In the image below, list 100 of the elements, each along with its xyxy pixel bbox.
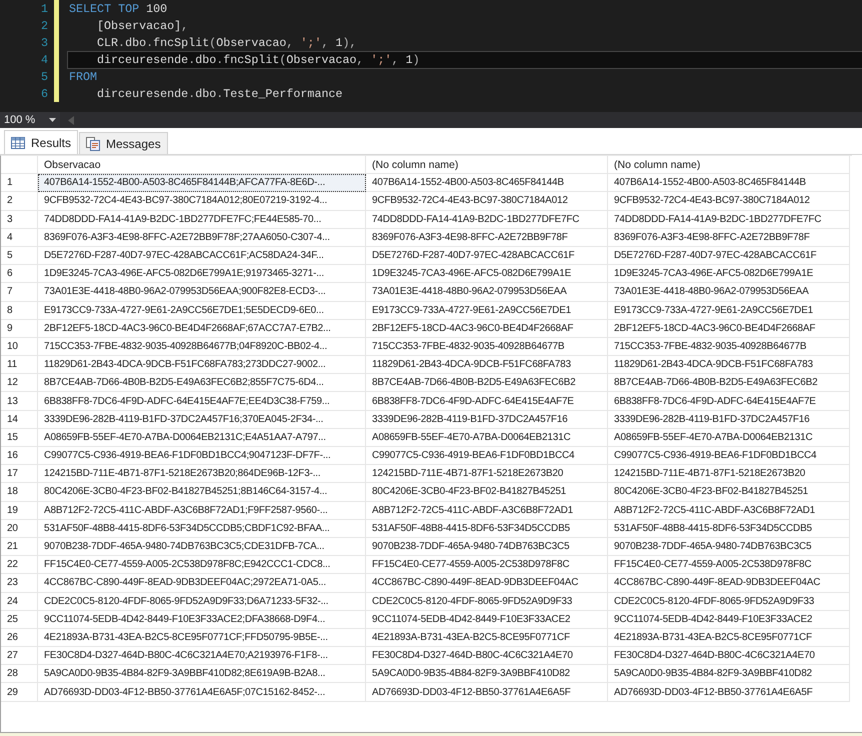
- table-cell: 11829D61-2B43-4DCA-9DCB-F51FC68FA783: [608, 356, 850, 374]
- zoom-dropdown[interactable]: 100 %: [0, 112, 60, 128]
- table-cell: 4CC867BC-C890-449F-8EAD-9DB3DEEF04AC: [366, 574, 608, 592]
- table-cell: A08659FB-55EF-4E70-A7BA-D0064EB2131C;E4A51AA7-A797...: [38, 428, 366, 447]
- table-cell: 80C4206E-3CB0-4F23-BF02-B41827B45251;8B146C64-3157-4...: [38, 483, 366, 502]
- table-cell: 2BF12EF5-18CD-4AC3-96C0-BE4D4F2668AF;67ACC7A7-E7B2...: [38, 320, 366, 338]
- table-cell: 74DD8DDD-FA14-41A9-B2DC-1BD277DFE7FC;FE44E585-70...: [38, 210, 366, 229]
- table-cell: 9CC11074-5EDB-4D42-8449-F10E3F33ACE2;DFA38668-D9F4...: [38, 610, 366, 629]
- table-cell: 531AF50F-48B8-4415-8DF6-53F34D5CCDB5: [608, 520, 850, 538]
- table-cell: FF15C4E0-CE77-4559-A005-2C538D978F8C: [366, 556, 608, 574]
- table-cell: 11829D61-2B43-4DCA-9DCB-F51FC68FA783;273DDC27-9002...: [38, 356, 366, 374]
- column-header[interactable]: (No column name): [608, 156, 850, 174]
- table-cell: 80C4206E-3CB0-4F23-BF02-B41827B45251: [608, 483, 850, 502]
- table-cell: A08659FB-55EF-4E70-A7BA-D0064EB2131C: [608, 428, 850, 447]
- table-cell: 715CC353-7FBE-4832-9035-40928B64677B: [608, 338, 850, 356]
- row-number: 25: [1, 610, 38, 629]
- table-cell: 9070B238-7DDF-465A-9480-74DB763BC3C5: [366, 538, 608, 556]
- table-cell: 9CC11074-5EDB-4D42-8449-F10E3F33ACE2: [608, 610, 850, 629]
- column-header[interactable]: Observacao: [38, 156, 366, 174]
- row-number: 18: [1, 483, 38, 502]
- table-cell: E9173CC9-733A-4727-9E61-2A9CC56E7DE1: [608, 302, 850, 320]
- table-cell: 4E21893A-B731-43EA-B2C5-8CE95F0771CF: [366, 628, 608, 648]
- table-cell: 6B838FF8-7DC6-4F9D-ADFC-64E415E4AF7E: [366, 392, 608, 411]
- table-cell: 8369F076-A3F3-4E98-8FFC-A2E72BB9F78F: [366, 228, 608, 247]
- table-cell: AD76693D-DD03-4F12-BB50-37761A4E6A5F;07C15162-8452-...: [38, 683, 366, 702]
- table-cell: FE30C8D4-D327-464D-B80C-4C6C321A4E70;A2193976-F1F8-...: [38, 647, 366, 666]
- table-cell: 8B7CE4AB-7D66-4B0B-B2D5-E49A63FEC6B2;855F7C75-6D4...: [38, 374, 366, 392]
- table-cell: 2BF12EF5-18CD-4AC3-96C0-BE4D4F2668AF: [366, 320, 608, 338]
- grid-icon: [11, 136, 25, 148]
- table-cell: A8B712F2-72C5-411C-ABDF-A3C6B8F72AD1: [366, 502, 608, 520]
- table-cell: C99077C5-C936-4919-BEA6-F1DF0BD1BCC4: [608, 447, 850, 466]
- table-cell: 9CFB9532-72C4-4E43-BC97-380C7184A012: [366, 192, 608, 211]
- code-line: CLR.dbo.fncSplit(Observacao, ';', 1),: [96, 34, 358, 52]
- table-cell: 3339DE96-282B-4119-B1FD-37DC2A457F16: [366, 410, 608, 429]
- row-number: 24: [1, 592, 38, 611]
- row-number: 27: [1, 647, 38, 666]
- table-cell: 8369F076-A3F3-4E98-8FFC-A2E72BB9F78F: [608, 228, 850, 247]
- table-cell: 8369F076-A3F3-4E98-8FFC-A2E72BB9F78F;27AA6050-C307-4...: [38, 228, 366, 247]
- code-line: FROM: [68, 68, 98, 86]
- row-number: 14: [1, 410, 38, 429]
- table-cell: 715CC353-7FBE-4832-9035-40928B64677B;04F8920C-BB02-4...: [38, 338, 366, 356]
- line-number: 6: [40, 86, 49, 100]
- table-cell: FE30C8D4-D327-464D-B80C-4C6C321A4E70: [608, 647, 850, 666]
- code-line: [Observacao],: [96, 18, 190, 34]
- row-number: 5: [1, 246, 38, 266]
- caret-icon: [49, 118, 56, 122]
- table-cell: C99077C5-C936-4919-BEA6-F1DF0BD1BCC4: [366, 447, 608, 466]
- row-number: 11: [1, 356, 38, 374]
- table-cell: 6B838FF8-7DC6-4F9D-ADFC-64E415E4AF7E: [608, 392, 850, 411]
- table-cell: AD76693D-DD03-4F12-BB50-37761A4E6A5F: [608, 683, 850, 702]
- column-header[interactable]: (No column name): [366, 156, 608, 174]
- row-number: 2: [1, 192, 38, 211]
- table-cell: 407B6A14-1552-4B00-A503-8C465F84144B: [608, 174, 850, 192]
- table-cell: 8B7CE4AB-7D66-4B0B-B2D5-E49A63FEC6B2: [608, 374, 850, 392]
- line-number: 4: [40, 52, 49, 66]
- table-cell: CDE2C0C5-8120-4FDF-8065-9FD52A9D9F33;D6A71233-5F32-...: [38, 592, 366, 611]
- scroll-left-icon[interactable]: [68, 116, 74, 124]
- row-number: 15: [1, 428, 38, 447]
- table-cell: 3339DE96-282B-4119-B1FD-37DC2A457F16: [608, 410, 850, 429]
- row-number: 21: [1, 538, 38, 556]
- line-number: 1: [40, 2, 49, 16]
- row-number: 1: [1, 174, 38, 192]
- line-number: 5: [40, 70, 49, 84]
- table-cell: C99077C5-C936-4919-BEA6-F1DF0BD1BCC4;9047123F-DF7F-...: [38, 447, 366, 466]
- table-cell: 73A01E3E-4418-48B0-96A2-079953D56EAA;900F82E8-ECD3-...: [38, 283, 366, 302]
- table-cell: 124215BD-711E-4B71-87F1-5218E2673B20: [366, 465, 608, 484]
- table-cell: 9070B238-7DDF-465A-9480-74DB763BC3C5;CDE31DFB-7CA...: [38, 538, 366, 556]
- table-cell: 74DD8DDD-FA14-41A9-B2DC-1BD277DFE7FC: [608, 210, 850, 229]
- results-tab[interactable]: Messages: [79, 132, 168, 154]
- table-cell: 5A9CA0D0-9B35-4B84-82F9-3A9BBF410D82: [366, 665, 608, 684]
- table-cell: 9CFB9532-72C4-4E43-BC97-380C7184A012;80E07219-3192-4...: [38, 192, 366, 211]
- line-number: 3: [40, 36, 49, 50]
- table-cell: 3339DE96-282B-4119-B1FD-37DC2A457F16;370EA045-2F34-...: [38, 410, 366, 429]
- table-cell: E9173CC9-733A-4727-9E61-2A9CC56E7DE1;5E5DECD9-6E0...: [38, 302, 366, 320]
- table-cell: 5A9CA0D0-9B35-4B84-82F9-3A9BBF410D82: [608, 665, 850, 684]
- code-line: dirceuresende.dbo.Teste_Performance: [96, 86, 344, 102]
- row-number: 26: [1, 628, 38, 648]
- table-cell: 74DD8DDD-FA14-41A9-B2DC-1BD277DFE7FC: [366, 210, 608, 229]
- table-cell: 8B7CE4AB-7D66-4B0B-B2D5-E49A63FEC6B2: [366, 374, 608, 392]
- table-cell: 9CFB9532-72C4-4E43-BC97-380C7184A012: [608, 192, 850, 211]
- row-number: 13: [1, 392, 38, 411]
- table-cell: D5E7276D-F287-40D7-97EC-428ABCACC61F: [608, 246, 850, 266]
- table-cell: 73A01E3E-4418-48B0-96A2-079953D56EAA: [366, 283, 608, 302]
- row-number: 4: [1, 228, 38, 247]
- code-editor[interactable]: 1 2 3 4 5 6 SELECT TOP 100 [Observacao], CLR.dbo.fncSplit(Observacao, ';', 1), dirceuresende.dbo.fncSplit(Observacao, ';', 1) FROM dirceuresende.dbo.Teste_Performance: [0, 0, 862, 112]
- row-number: 8: [1, 302, 38, 320]
- table-cell: D5E7276D-F287-40D7-97EC-428ABCACC61F: [366, 246, 608, 266]
- row-number: 6: [1, 265, 38, 284]
- table-cell: 4CC867BC-C890-449F-8EAD-9DB3DEEF04AC;2972EA71-0A5...: [38, 574, 366, 592]
- results-tab[interactable]: Results: [4, 130, 78, 154]
- table-cell: 531AF50F-48B8-4415-8DF6-53F34D5CCDB5: [366, 520, 608, 538]
- row-number: 29: [1, 683, 38, 702]
- table-cell: FF15C4E0-CE77-4559-A005-2C538D978F8C: [608, 556, 850, 574]
- table-cell: 1D9E3245-7CA3-496E-AFC5-082D6E799A1E: [366, 265, 608, 284]
- table-cell: A8B712F2-72C5-411C-ABDF-A3C6B8F72AD1;F9FF2587-9560-...: [38, 502, 366, 520]
- table-cell: 9070B238-7DDF-465A-9480-74DB763BC3C5: [608, 538, 850, 556]
- row-number: 17: [1, 465, 38, 484]
- table-cell: 2BF12EF5-18CD-4AC3-96C0-BE4D4F2668AF: [608, 320, 850, 338]
- line-number: 2: [40, 18, 49, 32]
- table-cell: 80C4206E-3CB0-4F23-BF02-B41827B45251: [366, 483, 608, 502]
